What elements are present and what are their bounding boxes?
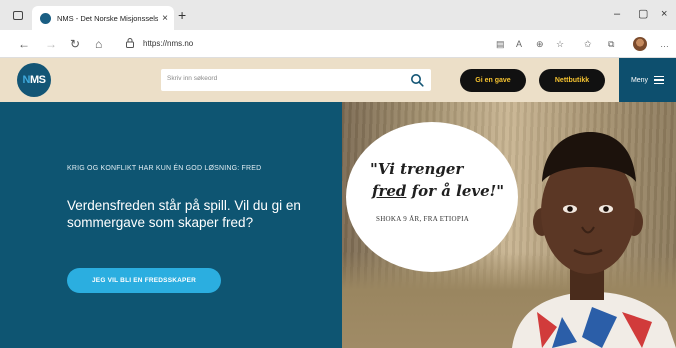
quote-emphasis: fred xyxy=(372,182,407,200)
more-icon[interactable]: … xyxy=(660,38,669,50)
back-icon[interactable]: ← xyxy=(18,37,30,51)
hero-kicker: KRIG OG KONFLIKT HAR KUN ÉN GOD LØSNING:… xyxy=(67,165,262,172)
child-portrait xyxy=(512,132,676,348)
new-tab-button[interactable]: + xyxy=(178,8,186,22)
hero-headline: Verdensfreden står på spill. Vil du gi e… xyxy=(67,198,301,230)
minimize-button[interactable]: – xyxy=(614,8,620,20)
menu-icon xyxy=(654,76,665,84)
browser-tab[interactable]: NMS - Det Norske Misjonsselsk × xyxy=(32,6,174,30)
zoom-icon[interactable]: ⊕ xyxy=(536,38,544,50)
hero-photo: "Vi trenger fred for å leve!" SHOKA 9 ÅR… xyxy=(342,102,676,348)
profile-avatar[interactable] xyxy=(633,37,647,51)
close-tab-icon[interactable]: × xyxy=(162,13,168,24)
shop-button[interactable]: Nettbutikk xyxy=(539,69,605,92)
menu-button[interactable]: Meny xyxy=(619,58,676,102)
quote-rest: for å leve!" xyxy=(406,182,505,200)
read-aloud-icon[interactable]: A xyxy=(516,38,522,50)
quote-line-1: "Vi trenger xyxy=(370,160,464,178)
reader-icon[interactable]: ▤ xyxy=(496,38,505,50)
address-bar[interactable]: https://nms.no xyxy=(143,39,193,48)
menu-label: Meny xyxy=(630,76,649,84)
nms-logo[interactable]: N MS xyxy=(17,63,51,97)
browser-tabbar: NMS - Det Norske Misjonsselsk × + – ▢ × xyxy=(0,0,676,30)
maximize-button[interactable]: ▢ xyxy=(638,8,648,20)
gift-button[interactable]: Gi en gave xyxy=(460,69,526,92)
search-input[interactable]: Skriv inn søkeord xyxy=(167,75,217,82)
collections-icon[interactable]: ⧉ xyxy=(608,38,614,50)
home-icon[interactable]: ⌂ xyxy=(95,37,102,51)
window-icon[interactable] xyxy=(13,11,23,20)
quote-line-2: fred for å leve!" xyxy=(372,182,504,200)
favicon xyxy=(40,12,51,24)
close-window-button[interactable]: × xyxy=(661,8,667,20)
search-icon[interactable] xyxy=(410,73,424,87)
refresh-icon[interactable]: ↻ xyxy=(70,37,80,51)
site-header: N MS Skriv inn søkeord Gi en gave Nettbut… xyxy=(0,58,676,102)
forward-icon[interactable]: → xyxy=(45,37,57,51)
hero-panel: KRIG OG KONFLIKT HAR KUN ÉN GOD LØSNING:… xyxy=(0,102,342,348)
lock-icon[interactable] xyxy=(126,38,134,48)
search-field[interactable]: Skriv inn søkeord xyxy=(161,69,431,91)
favorite-icon[interactable]: ☆ xyxy=(556,38,564,50)
quote-attribution: SHOKA 9 ÅR, FRA ETIOPIA xyxy=(376,215,470,223)
cta-button[interactable]: JEG VIL BLI EN FREDSSKAPER xyxy=(67,268,221,293)
browser-toolbar: ← → ↻ ⌂ https://nms.no ▤ A ⊕ ☆ ✩ ⧉ … xyxy=(0,30,676,58)
tab-title: NMS - Det Norske Misjonsselsk xyxy=(57,13,159,23)
favorites-icon[interactable]: ✩ xyxy=(584,38,592,50)
